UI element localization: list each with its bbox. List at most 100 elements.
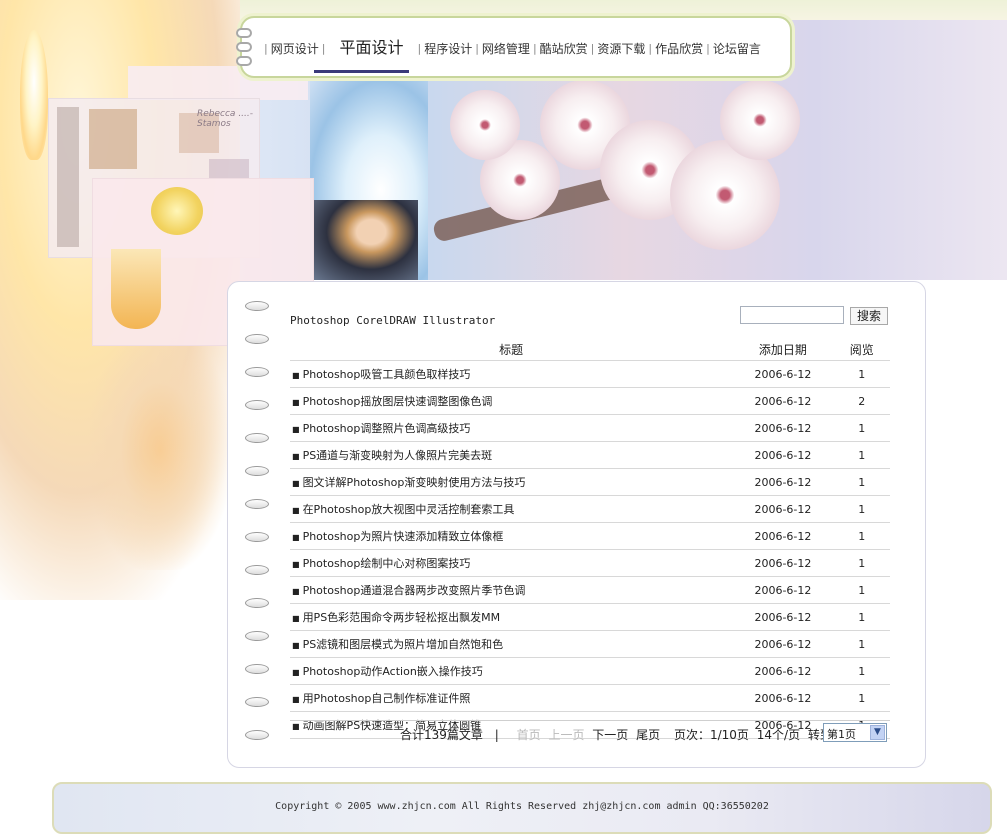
column-header-title: 标题	[290, 338, 733, 361]
spiral-ring-icon	[245, 598, 269, 608]
sub-category-links[interactable]: Photoshop CorelDRAW Illustrator	[290, 314, 495, 327]
spiral-ring-icon	[245, 532, 269, 542]
views-cell: 1	[833, 468, 890, 496]
views-cell: 1	[833, 603, 890, 631]
views-cell: 1	[833, 414, 890, 442]
article-link[interactable]: 用Photoshop自己制作标准证件照	[303, 692, 471, 705]
next-page-link[interactable]: 下一页	[592, 728, 628, 742]
article-title-cell: ■ Photoshop动作Action嵌入操作技巧	[290, 657, 733, 685]
views-cell: 1	[833, 522, 890, 550]
article-title-cell: ■ Photoshop吸管工具颜色取样技巧	[290, 360, 733, 388]
article-title-cell: ■ Photoshop调整照片色调高级技巧	[290, 414, 733, 442]
article-title-cell: ■ Photoshop为照片快速添加精致立体像框	[290, 522, 733, 550]
article-title-cell: ■ PS滤镜和图层模式为照片增加自然饱和色	[290, 630, 733, 658]
bullet-icon: ■	[292, 586, 300, 596]
bullet-icon: ■	[292, 694, 300, 704]
views-cell: 1	[833, 360, 890, 388]
views-cell: 2	[833, 387, 890, 415]
spiral-ring-icon	[245, 400, 269, 410]
article-link[interactable]: Photoshop绘制中心对称图案技巧	[303, 557, 471, 570]
article-title-cell: ■ 图文详解Photoshop渐变映射使用方法与技巧	[290, 468, 733, 496]
bullet-icon: ■	[292, 370, 300, 380]
article-title-cell: ■ 用Photoshop自己制作标准证件照	[290, 684, 733, 712]
article-link[interactable]: Photoshop为照片快速添加精致立体像框	[303, 530, 504, 543]
nav-item-programming[interactable]: 程序设计	[421, 40, 475, 57]
blossom-image	[720, 80, 800, 160]
copyright-text: Copyright © 2005 www.zhjcn.com All Right…	[275, 801, 769, 812]
page-select[interactable]: 第1页 ▼	[823, 723, 887, 742]
nav-items: | 网页设计 | 平面设计 | 程序设计 | 网络管理 | 酷站欣赏 | 资源下…	[264, 36, 764, 60]
chevron-down-icon[interactable]: ▼	[870, 725, 885, 740]
bullet-icon: ■	[292, 424, 300, 434]
active-tab-indicator	[314, 70, 409, 73]
spiral-ring-icon	[245, 730, 269, 740]
lemon-image	[151, 187, 203, 235]
nav-item-works[interactable]: 作品欣赏	[652, 40, 706, 57]
spiral-ring-icon	[245, 631, 269, 641]
spiral-ring-icon	[245, 466, 269, 476]
spiral-ring-icon	[245, 301, 269, 311]
article-table: 标题 添加日期 阅览 ■ Photoshop吸管工具颜色取样技巧 2006-6-12…	[290, 338, 890, 739]
article-link[interactable]: 在Photoshop放大视图中灵活控制套索工具	[303, 503, 515, 516]
table-row: ■ Photoshop为照片快速添加精致立体像框 2006-6-12 1	[290, 522, 890, 550]
views-cell: 1	[833, 495, 890, 523]
bullet-icon: ■	[292, 451, 300, 461]
total-count: 合计139篇文章	[400, 728, 483, 742]
spiral-ring-icon	[245, 499, 269, 509]
pager-divider	[290, 720, 890, 721]
date-cell: 2006-6-12	[732, 549, 834, 577]
table-row: ■ 用Photoshop自己制作标准证件照 2006-6-12 1	[290, 684, 890, 712]
bullet-icon: ■	[292, 640, 300, 650]
bullet-icon: ■	[292, 667, 300, 677]
bullet-icon: ■	[292, 397, 300, 407]
article-title-cell: ■ Photoshop绘制中心对称图案技巧	[290, 549, 733, 577]
search-input[interactable]	[740, 306, 844, 324]
article-link[interactable]: Photoshop摇放图层快速调整图像色调	[303, 395, 493, 408]
table-row: ■ Photoshop动作Action嵌入操作技巧 2006-6-12 1	[290, 657, 890, 685]
prev-page-link[interactable]: 上一页	[548, 728, 584, 742]
views-cell: 1	[833, 657, 890, 685]
first-page-link[interactable]: 首页	[517, 728, 541, 742]
article-link[interactable]: Photoshop通道混合器两步改变照片季节色调	[303, 584, 526, 597]
article-title-cell: ■ Photoshop通道混合器两步改变照片季节色调	[290, 576, 733, 604]
column-header-date: 添加日期	[732, 338, 834, 361]
table-row: ■ Photoshop摇放图层快速调整图像色调 2006-6-12 2	[290, 387, 890, 415]
table-row: ■ 在Photoshop放大视图中灵活控制套索工具 2006-6-12 1	[290, 495, 890, 523]
article-link[interactable]: Photoshop动作Action嵌入操作技巧	[303, 665, 483, 678]
article-link[interactable]: PS滤镜和图层模式为照片增加自然饱和色	[303, 638, 504, 651]
main-nav: | 网页设计 | 平面设计 | 程序设计 | 网络管理 | 酷站欣赏 | 资源下…	[236, 16, 792, 78]
last-page-link[interactable]: 尾页	[636, 728, 660, 742]
nav-item-graphic-design[interactable]: 平面设计	[325, 34, 417, 58]
article-link[interactable]: PS通道与渐变映射为人像照片完美去斑	[303, 449, 493, 462]
views-cell: 1	[833, 549, 890, 577]
per-page-info: 14个/页	[756, 728, 801, 742]
bullet-icon: ■	[292, 559, 300, 569]
article-link[interactable]: Photoshop吸管工具颜色取样技巧	[303, 368, 471, 381]
nav-item-cool-sites[interactable]: 酷站欣赏	[537, 40, 591, 57]
date-cell: 2006-6-12	[732, 360, 834, 388]
drink-glass-image	[111, 249, 161, 329]
nav-item-downloads[interactable]: 资源下载	[594, 40, 648, 57]
spiral-ring-icon	[245, 565, 269, 575]
date-cell: 2006-6-12	[732, 684, 834, 712]
nav-item-forum[interactable]: 论坛留言	[710, 40, 764, 57]
table-row: ■ PS滤镜和图层模式为照片增加自然饱和色 2006-6-12 1	[290, 630, 890, 658]
article-title-cell: ■ Photoshop摇放图层快速调整图像色调	[290, 387, 733, 415]
article-title-cell: ■ PS通道与渐变映射为人像照片完美去斑	[290, 441, 733, 469]
binder-ring-icon	[236, 42, 252, 52]
pager-separator: |	[494, 728, 499, 742]
search-button[interactable]: 搜索	[850, 307, 888, 325]
table-row: ■ PS通道与渐变映射为人像照片完美去斑 2006-6-12 1	[290, 441, 890, 469]
spiral-ring-icon	[245, 697, 269, 707]
article-link[interactable]: 用PS色彩范围命令两步轻松抠出飘发MM	[303, 611, 501, 624]
article-link[interactable]: 图文详解Photoshop渐变映射使用方法与技巧	[303, 476, 526, 489]
nav-item-network[interactable]: 网络管理	[479, 40, 533, 57]
portrait-image	[314, 200, 418, 280]
article-link[interactable]: Photoshop调整照片色调高级技巧	[303, 422, 471, 435]
bullet-icon: ■	[292, 532, 300, 542]
date-cell: 2006-6-12	[732, 414, 834, 442]
table-row: ■ 用PS色彩范围命令两步轻松抠出飘发MM 2006-6-12 1	[290, 603, 890, 631]
bullet-icon: ■	[292, 613, 300, 623]
nav-item-web-design[interactable]: 网页设计	[268, 40, 322, 57]
table-header-row: 标题 添加日期 阅览	[290, 338, 890, 361]
